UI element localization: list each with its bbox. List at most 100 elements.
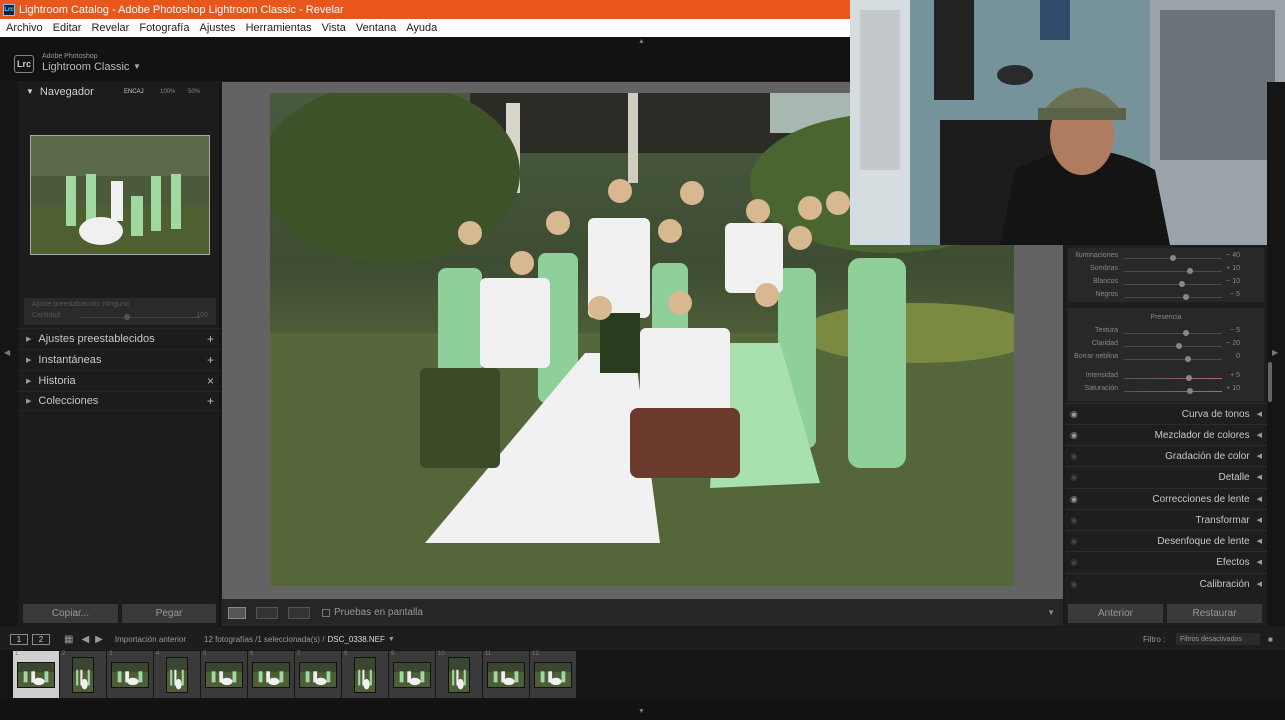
slider-label: Iluminaciones [1075,252,1118,259]
filter-dropdown[interactable]: Filtros desactivados [1176,633,1260,645]
panel-calibracion[interactable]: ◉ Calibración ◀ [1065,573,1267,594]
filmstrip-thumbnail[interactable]: 6 [248,651,294,698]
reset-button[interactable]: Restaurar [1167,604,1262,623]
eye-icon[interactable]: ◉ [1070,409,1078,420]
panel-efectos[interactable]: ◉ Efectos ◀ [1065,551,1267,572]
eye-icon[interactable]: ◉ [1070,494,1078,505]
eye-icon[interactable]: ◉ [1070,430,1078,441]
thumbnail-image [166,656,188,693]
filmstrip-thumbnail[interactable]: 4 [154,651,200,698]
filter-lock-icon[interactable]: ■ [1268,635,1273,644]
panel-mezclador-de-colores[interactable]: ◉ Mezclador de colores ◀ [1065,424,1267,445]
filmstrip-thumbnail[interactable]: 12 [530,651,576,698]
grid-view-icon[interactable]: ▦ [64,634,73,645]
right-panel-toggle-icon[interactable]: ▶ [1272,348,1278,357]
filmstrip-thumbnail[interactable]: 7 [295,651,341,698]
eye-icon[interactable]: ◉ [1070,579,1078,590]
menu-herramientas[interactable]: Herramientas [246,22,312,34]
right-panel-scrollbar[interactable] [1268,362,1272,402]
back-arrow-icon[interactable]: ◀ [81,634,89,645]
filmstrip-thumbnail[interactable]: 8 [342,651,388,698]
slider-intensidad[interactable]: Intensidad + 5 [1068,372,1264,385]
panel-gradacion-de-color[interactable]: ◉ Gradación de color ◀ [1065,445,1267,466]
filmstrip-thumbnail[interactable]: 11 [483,651,529,698]
left-section-collections[interactable]: ▶ Colecciones + [18,391,220,411]
before-after-split-icon[interactable] [288,606,310,619]
filmstrip-thumbnail[interactable]: 2 [60,651,106,698]
filmstrip-thumbnail[interactable]: 9 [389,651,435,698]
eye-icon[interactable]: ◉ [1070,451,1078,462]
panel-curva-de-tonos[interactable]: ◉ Curva de tonos ◀ [1065,403,1267,424]
copy-button[interactable]: Copiar... [23,604,118,623]
previous-button[interactable]: Anterior [1068,604,1163,623]
bottom-panel-toggle-icon[interactable]: ▼ [638,708,645,715]
expand-triangle-icon: ▶ [26,335,32,343]
eye-icon[interactable]: ◉ [1070,536,1078,547]
slider-iluminaciones[interactable]: Iluminaciones − 40 [1068,252,1264,265]
filmstrip-thumbnail[interactable]: 1 [13,651,59,698]
zoom-fit[interactable]: ENCAJ [124,89,144,95]
toolbar-menu-icon[interactable]: ▼ [1047,608,1055,617]
filmstrip-thumbnail[interactable]: 10 [436,651,482,698]
slider-negros[interactable]: Negros − 5 [1068,291,1264,304]
zoom-100[interactable]: 100% [160,89,175,95]
menu-fotografia[interactable]: Fotografía [139,22,189,34]
loupe-view-icon[interactable] [228,606,246,619]
eye-icon[interactable]: ◉ [1070,515,1078,526]
identity-menu-chevron-icon[interactable]: ▼ [133,62,141,71]
main-screen-button[interactable]: 1 [10,633,28,645]
slider-saturacion[interactable]: Saturación + 10 [1068,385,1264,398]
source-label[interactable]: Importación anterior [115,635,186,644]
left-section-history[interactable]: ▶ Historia × [18,370,220,390]
add-icon[interactable]: + [207,332,214,346]
paste-button[interactable]: Pegar [122,604,216,623]
eye-icon[interactable]: ◉ [1070,472,1078,483]
menu-vista[interactable]: Vista [322,22,346,34]
slider-value: + 5 [1230,372,1240,379]
slider-blancos[interactable]: Blancos − 10 [1068,278,1264,291]
top-panel-toggle-icon[interactable]: ▲ [638,38,645,45]
menu-archivo[interactable]: Archivo [6,22,43,34]
current-file[interactable]: DSC_0338.NEF [328,635,385,644]
panel-detalle[interactable]: ◉ Detalle ◀ [1065,466,1267,487]
filmstrip-thumbnail[interactable]: 3 [107,651,153,698]
left-section-presets[interactable]: ▶ Ajustes preestablecidos + [18,328,220,348]
section-label: Historia [38,374,76,387]
panel-label: Gradación de color [1165,450,1250,462]
before-after-icon[interactable] [256,606,278,619]
slider-sombras[interactable]: Sombras + 10 [1068,265,1264,278]
navigator-header[interactable]: ▼ Navegador ENCAJ 100% 50% [18,82,220,101]
menu-ventana[interactable]: Ventana [356,22,396,34]
forward-arrow-icon[interactable]: ▶ [95,634,103,645]
collapse-triangle-icon: ◀ [1256,496,1262,503]
slider-borrar-neblina[interactable]: Borrar neblina 0 [1068,353,1264,366]
clear-icon[interactable]: × [207,374,214,388]
panel-transformar[interactable]: ◉ Transformar ◀ [1065,509,1267,530]
amount-slider-track[interactable] [80,317,200,318]
menu-ayuda[interactable]: Ayuda [406,22,437,34]
add-icon[interactable]: + [207,353,214,367]
eye-icon[interactable]: ◉ [1070,557,1078,568]
softproof-checkbox[interactable] [322,608,330,617]
menu-editar[interactable]: Editar [53,22,82,34]
amount-slider-knob[interactable] [124,314,130,320]
panel-desenfoque-de-lente[interactable]: ◉ Desenfoque de lente ◀ [1065,530,1267,551]
slider-claridad[interactable]: Claridad − 20 [1068,340,1264,353]
webcam-overlay [850,0,1285,245]
slider-textura[interactable]: Textura − 5 [1068,327,1264,340]
file-menu-chevron-icon[interactable]: ▼ [388,636,395,643]
add-icon[interactable]: + [207,394,214,408]
zoom-50[interactable]: 50% [188,89,200,95]
thumbnail-index: 1 [15,651,19,657]
navigator-preview[interactable] [30,135,210,255]
left-panel-toggle-icon[interactable]: ◀ [4,348,10,357]
second-screen-button[interactable]: 2 [32,633,50,645]
slider-value: + 10 [1226,385,1240,392]
filmstrip-thumbnail[interactable]: 5 [201,651,247,698]
left-section-snapshots[interactable]: ▶ Instantáneas + [18,349,220,369]
thumbnail-image [534,661,572,688]
menu-ajustes[interactable]: Ajustes [199,22,235,34]
thumbnail-image [487,661,525,688]
menu-revelar[interactable]: Revelar [91,22,129,34]
panel-correcciones-de-lente[interactable]: ◉ Correcciones de lente ◀ [1065,488,1267,509]
